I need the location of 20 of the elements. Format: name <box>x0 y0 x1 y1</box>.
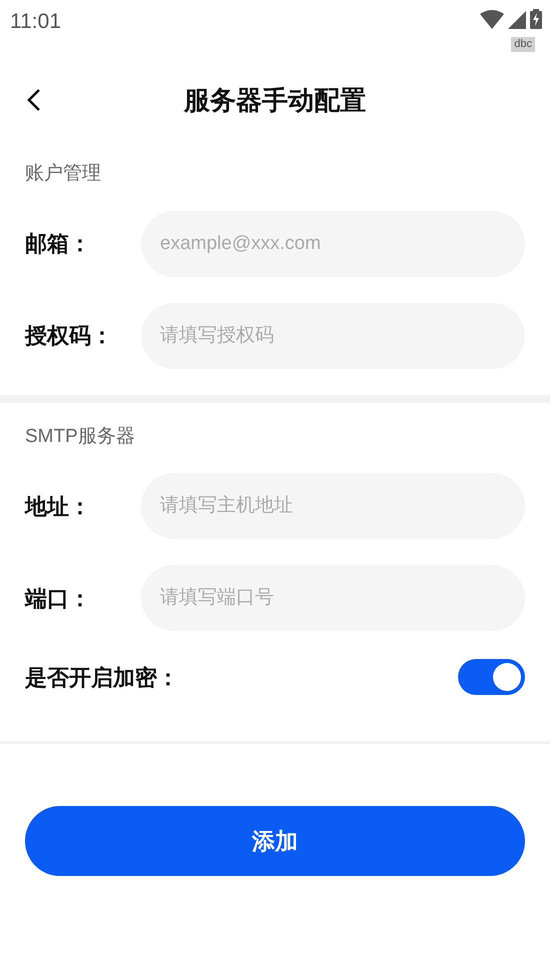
input-field[interactable]: 请填写主机地址 <box>141 473 525 539</box>
back-icon <box>27 88 41 112</box>
field-label: 端口： <box>25 584 92 612</box>
status-time: 11:01 <box>10 9 61 35</box>
page-title: 服务器手动配置 <box>184 84 366 116</box>
input-field[interactable]: example@xxx.com <box>141 210 525 276</box>
wifi-icon <box>480 10 504 29</box>
signal-icon <box>508 11 526 29</box>
battery-icon <box>530 9 542 29</box>
section-title: SMTP服务器 <box>25 424 136 448</box>
field-label: 授权码： <box>25 322 114 350</box>
field-label: 邮箱： <box>25 230 92 258</box>
switch-label: 是否开启加密： <box>25 664 179 692</box>
input-field[interactable]: 请填写端口号 <box>141 565 525 631</box>
debug-badge: dbc <box>511 37 535 52</box>
field-label: 地址： <box>25 492 92 520</box>
section-title: 账户管理 <box>25 162 102 186</box>
toggle-switch[interactable] <box>458 659 525 695</box>
input-field[interactable]: 请填写授权码 <box>141 302 525 368</box>
add-button[interactable]: 添加 <box>25 806 525 876</box>
